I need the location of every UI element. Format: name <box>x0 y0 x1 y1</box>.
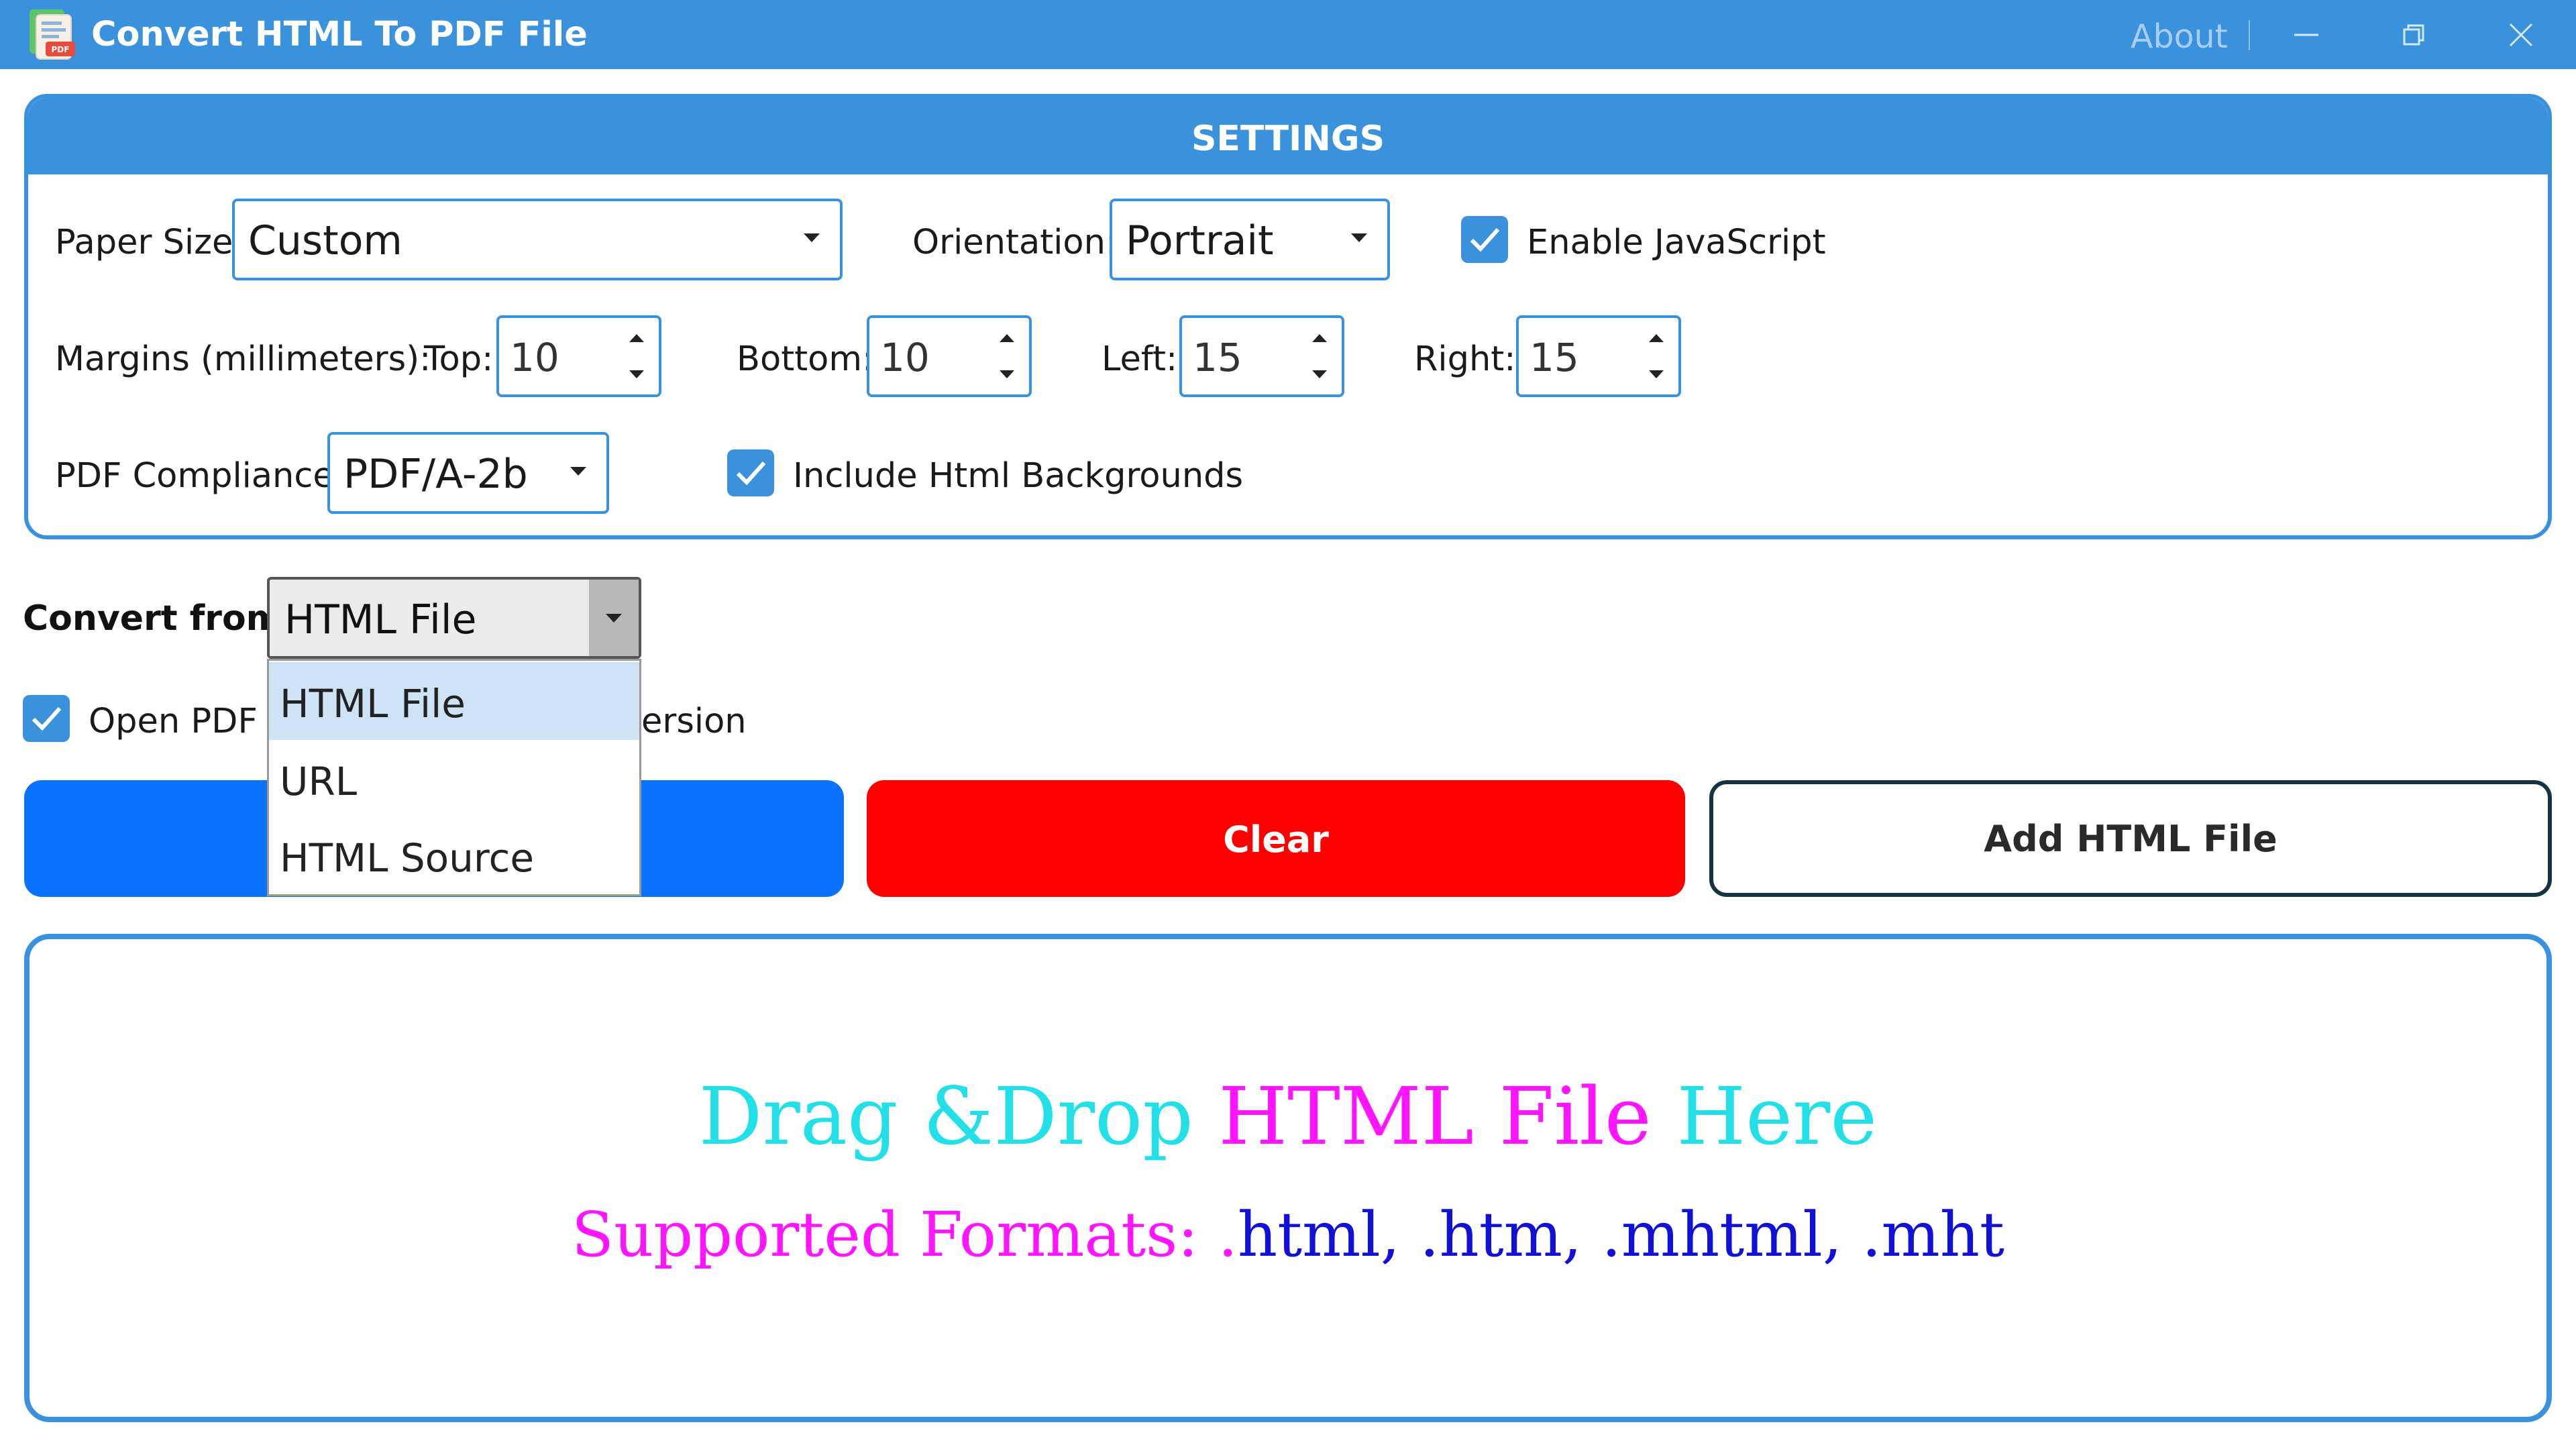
arrow-down-icon[interactable] <box>1000 370 1014 378</box>
arrow-up-icon[interactable] <box>629 334 644 342</box>
margin-top-value: 10 <box>510 335 559 380</box>
checkmark-icon <box>736 461 766 486</box>
enable-javascript-checkbox[interactable] <box>1461 216 1508 263</box>
minimize-button[interactable] <box>2266 0 2347 69</box>
pdf-compliance-label: PDF Compliance: <box>55 456 345 496</box>
margin-left-stepper[interactable]: 15 <box>1179 315 1344 397</box>
supported-formats-list: html, .htm, .mhtml, .mht <box>1237 1199 2005 1271</box>
add-html-file-button[interactable]: Add HTML File <box>1709 780 2552 897</box>
convert-from-value: HTML File <box>284 596 477 643</box>
window-title: Convert HTML To PDF File <box>91 15 588 54</box>
drop-text-part1: Drag &Drop <box>698 1070 1219 1163</box>
orientation-select[interactable]: Portrait <box>1110 199 1390 280</box>
orientation-value: Portrait <box>1126 217 1274 264</box>
margin-right-stepper[interactable]: 15 <box>1516 315 1681 397</box>
margin-right-value: 15 <box>1529 335 1579 380</box>
checkmark-icon <box>1470 227 1500 252</box>
settings-header: SETTINGS <box>28 98 2548 174</box>
drop-text-part2: HTML File <box>1218 1070 1652 1163</box>
paper-size-value: Custom <box>248 217 402 264</box>
margin-top-label: Top: <box>424 339 494 379</box>
convert-from-label: Convert from: <box>23 598 297 639</box>
title-separator <box>2249 20 2250 50</box>
drop-text-part3: Here <box>1651 1070 1878 1163</box>
restore-button[interactable] <box>2373 0 2454 69</box>
paper-size-label: Paper Size: <box>55 223 245 262</box>
drop-zone[interactable]: Drag &Drop HTML File Here Supported Form… <box>24 934 2552 1422</box>
chevron-down-icon <box>606 614 622 623</box>
settings-panel: SETTINGS Paper Size: Custom Orientation:… <box>24 94 2552 539</box>
pdf-compliance-value: PDF/A-2b <box>343 451 528 498</box>
arrow-up-icon[interactable] <box>1312 334 1327 342</box>
close-button[interactable] <box>2481 0 2561 69</box>
include-backgrounds-label: Include Html Backgrounds <box>793 456 1244 496</box>
dropdown-button[interactable] <box>589 580 639 656</box>
restore-icon <box>2403 24 2424 45</box>
margin-left-label: Left: <box>1102 339 1178 379</box>
margin-bottom-label: Bottom: <box>737 339 874 379</box>
margin-left-value: 15 <box>1193 335 1242 380</box>
title-bar: PDF Convert HTML To PDF File About <box>0 0 2576 69</box>
open-pdf-label-start: Open PDF f <box>89 702 280 741</box>
dropdown-option-html-source[interactable]: HTML Source <box>269 816 639 894</box>
open-pdf-checkbox[interactable] <box>23 695 70 742</box>
open-pdf-label-end: ersion <box>641 702 747 741</box>
supported-formats-label: Supported Formats: . <box>571 1199 1238 1271</box>
margin-bottom-value: 10 <box>880 335 930 380</box>
convert-from-select[interactable]: HTML File <box>267 577 641 659</box>
orientation-label: Orientation: <box>912 223 1118 262</box>
margin-top-stepper[interactable]: 10 <box>496 315 661 397</box>
margin-right-label: Right: <box>1414 339 1516 379</box>
enable-javascript-label: Enable JavaScript <box>1527 223 1826 262</box>
chevron-down-icon <box>804 233 820 242</box>
svg-text:PDF: PDF <box>52 45 70 54</box>
paper-size-select[interactable]: Custom <box>232 199 843 280</box>
checkmark-icon <box>32 706 62 731</box>
margin-bottom-stepper[interactable]: 10 <box>867 315 1032 397</box>
include-backgrounds-checkbox[interactable] <box>727 449 774 496</box>
close-icon <box>2509 23 2533 46</box>
supported-formats: Supported Formats: .html, .htm, .mhtml, … <box>30 1201 2546 1269</box>
margins-label: Margins (millimeters): <box>55 339 431 379</box>
drop-instruction: Drag &Drop HTML File Here <box>30 1073 2546 1161</box>
chevron-down-icon <box>1351 233 1367 242</box>
arrow-down-icon[interactable] <box>1312 370 1327 378</box>
pdf-file-icon: PDF <box>25 8 79 62</box>
dropdown-option-html-file[interactable]: HTML File <box>269 662 639 740</box>
arrow-down-icon[interactable] <box>629 370 644 378</box>
pdf-compliance-select[interactable]: PDF/A-2b <box>327 432 609 514</box>
convert-from-dropdown-list: HTML File URL HTML Source <box>267 659 641 896</box>
arrow-up-icon[interactable] <box>1649 334 1664 342</box>
dropdown-option-url[interactable]: URL <box>269 740 639 818</box>
arrow-down-icon[interactable] <box>1649 370 1664 378</box>
chevron-down-icon[interactable] <box>570 467 586 476</box>
about-link[interactable]: About <box>2131 0 2228 69</box>
arrow-up-icon[interactable] <box>1000 334 1014 342</box>
clear-button[interactable]: Clear <box>867 780 1685 897</box>
minimize-icon <box>2294 34 2318 36</box>
